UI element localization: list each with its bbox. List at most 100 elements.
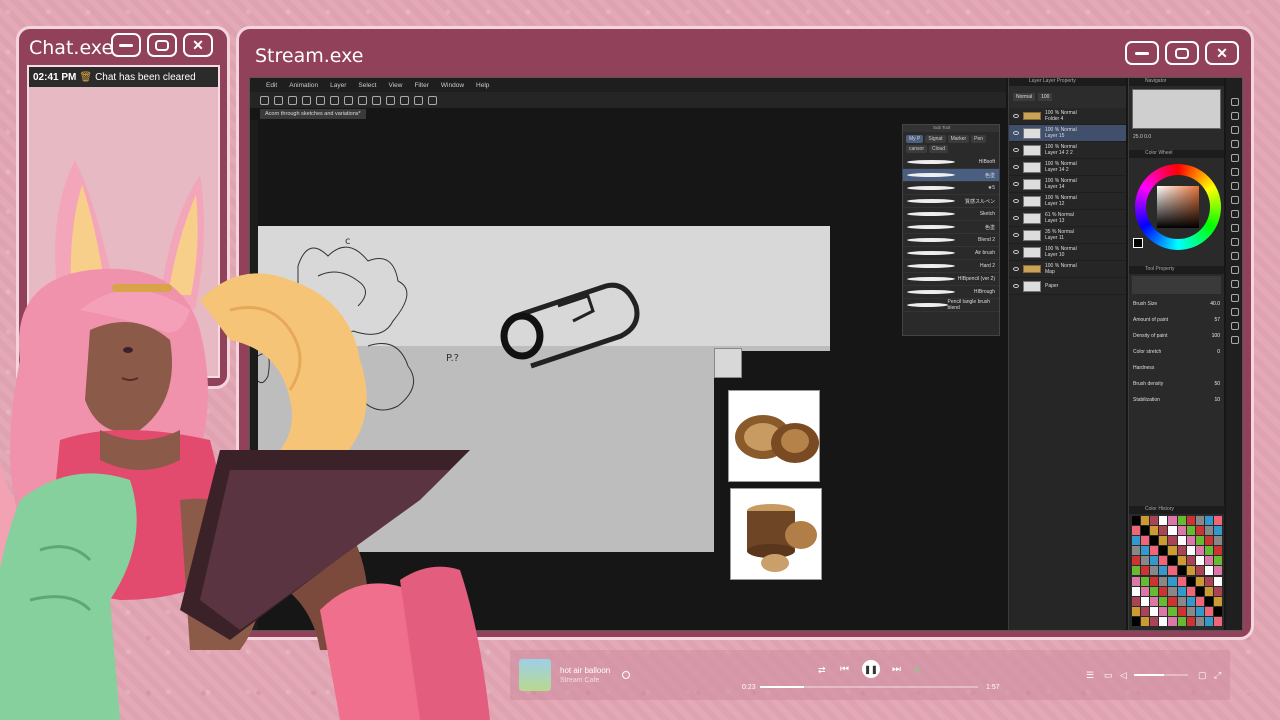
export-icon[interactable] [302, 95, 311, 105]
maximize-button[interactable] [147, 33, 177, 57]
color-history-swatch[interactable] [1141, 566, 1150, 576]
brush-item[interactable]: Pencil tangle brush blend [903, 299, 999, 312]
minimize-button[interactable] [111, 33, 141, 57]
tool-property-row[interactable]: Stabilization 10 [1129, 392, 1224, 408]
eraser-icon[interactable] [1231, 224, 1239, 232]
volume-icon[interactable]: ◁ [1120, 670, 1127, 681]
sub-tool-tab[interactable]: Cloud [929, 145, 949, 153]
color-history-swatch[interactable] [1141, 516, 1150, 525]
property-value[interactable]: 100 [1212, 333, 1220, 339]
color-history-swatch[interactable] [1132, 526, 1141, 536]
color-history-swatch[interactable] [1195, 586, 1204, 596]
eye-icon[interactable] [1013, 267, 1019, 271]
navigator-preview[interactable] [1132, 89, 1221, 129]
sub-tool-tab[interactable]: My P [906, 135, 924, 143]
color-history-swatch[interactable] [1186, 546, 1195, 556]
sub-tool-tab[interactable]: Marker [947, 135, 970, 143]
color-history-swatch[interactable] [1177, 616, 1186, 626]
sub-tool-tab[interactable]: Pen [971, 135, 987, 143]
volume-slider[interactable] [1134, 674, 1188, 676]
color-history-swatch[interactable] [1168, 596, 1177, 606]
color-history-swatch[interactable] [1204, 516, 1213, 525]
color-history-swatch[interactable] [1186, 536, 1195, 546]
brush-item[interactable]: Blend 2 [903, 234, 999, 247]
sub-tool-tab[interactable]: Signat [925, 135, 946, 143]
menu-edit[interactable]: Edit [266, 82, 277, 89]
color-history-swatch[interactable] [1168, 586, 1177, 596]
color-history-swatch[interactable] [1213, 566, 1222, 576]
color-history-swatch[interactable] [1132, 566, 1141, 576]
pause-button[interactable]: ❚❚ [862, 660, 880, 678]
color-history-swatch[interactable] [1213, 546, 1222, 556]
color-history-swatch[interactable] [1213, 526, 1222, 536]
undo-icon[interactable] [316, 95, 325, 105]
color-history-swatch[interactable] [1204, 616, 1213, 626]
layer-tab[interactable]: Layer [1029, 78, 1042, 84]
property-value[interactable]: 0 [1217, 349, 1220, 355]
color-history-swatch[interactable] [1132, 516, 1141, 525]
color-history-swatch[interactable] [1204, 606, 1213, 616]
maximize-button[interactable] [1165, 41, 1199, 65]
color-history-swatch[interactable] [1195, 556, 1204, 566]
color-history-swatch[interactable] [1150, 606, 1159, 616]
sub-tool-tab[interactable]: cansor [906, 145, 928, 153]
color-history-swatch[interactable] [1150, 546, 1159, 556]
color-history-swatch[interactable] [1213, 586, 1222, 596]
color-history-swatch[interactable] [1159, 606, 1168, 616]
color-history-swatch[interactable] [1132, 546, 1141, 556]
color-history-swatch[interactable] [1195, 596, 1204, 606]
color-history-swatch[interactable] [1186, 576, 1195, 586]
color-wheel[interactable] [1129, 158, 1224, 254]
color-history-swatch[interactable] [1195, 616, 1204, 626]
color-history-swatch[interactable] [1132, 536, 1141, 546]
color-history-swatch[interactable] [1150, 566, 1159, 576]
color-history-swatch[interactable] [1159, 556, 1168, 566]
eye-icon[interactable] [1013, 148, 1019, 152]
redo-icon[interactable] [330, 95, 339, 105]
blend-mode-select[interactable]: Normal [1013, 93, 1036, 101]
brush-item[interactable]: Sketch [903, 208, 999, 221]
color-history-swatch[interactable] [1159, 586, 1168, 596]
brush-item[interactable]: HIBpencil (ver 2) [903, 273, 999, 286]
new-file-icon[interactable] [260, 95, 269, 105]
menu-layer[interactable]: Layer [330, 82, 346, 89]
color-history-swatch[interactable] [1213, 606, 1222, 616]
layer-row[interactable]: 100 % Normal Layer 15 [1009, 125, 1126, 142]
color-history-swatch[interactable] [1132, 606, 1141, 616]
color-history-swatch[interactable] [1213, 536, 1222, 546]
color-history-swatch[interactable] [1132, 596, 1141, 606]
zoom-value[interactable]: 25.0 [1133, 134, 1143, 140]
brush-item[interactable]: ★5 [903, 182, 999, 195]
color-history-swatch[interactable] [1204, 566, 1213, 576]
color-history-swatch[interactable] [1204, 546, 1213, 556]
color-history-swatch[interactable] [1159, 516, 1168, 525]
open-file-icon[interactable] [274, 95, 283, 105]
brush-item[interactable]: HIBsoft [903, 156, 999, 169]
color-history-swatch[interactable] [1141, 526, 1150, 536]
tool-property-row[interactable]: Color stretch 0 [1129, 344, 1224, 360]
brush-item[interactable]: 質感スルペン [903, 195, 999, 208]
color-history-swatch[interactable] [1159, 566, 1168, 576]
menu-help[interactable]: Help [476, 82, 489, 89]
layer-row[interactable]: 35 % Normal Layer 11 [1009, 227, 1126, 244]
layer-row[interactable]: 100 % Normal Layer 14 2 [1009, 159, 1126, 176]
eye-icon[interactable] [1013, 250, 1019, 254]
color-history-swatch[interactable] [1186, 526, 1195, 536]
color-history-swatch[interactable] [1168, 556, 1177, 566]
minimize-button[interactable] [1125, 41, 1159, 65]
eye-icon[interactable] [1013, 131, 1019, 135]
color-history-swatch[interactable] [1159, 596, 1168, 606]
main-color-swatch[interactable] [1133, 238, 1143, 248]
close-button[interactable]: ✕ [1205, 41, 1239, 65]
color-history-swatch[interactable] [1204, 536, 1213, 546]
color-history-swatch[interactable] [1177, 596, 1186, 606]
layer-row[interactable]: 100 % Normal Layer 14 [1009, 176, 1126, 193]
move-tool-icon[interactable] [1231, 126, 1239, 134]
color-history-swatch[interactable] [1150, 516, 1159, 525]
property-value[interactable]: 10 [1214, 397, 1220, 403]
color-history-swatch[interactable] [1177, 566, 1186, 576]
document-tab[interactable]: Acorn through sketches and variations* [260, 109, 366, 119]
hand-tool-icon[interactable] [1231, 112, 1239, 120]
menu-filter[interactable]: Filter [414, 82, 428, 89]
color-history-swatch[interactable] [1177, 586, 1186, 596]
